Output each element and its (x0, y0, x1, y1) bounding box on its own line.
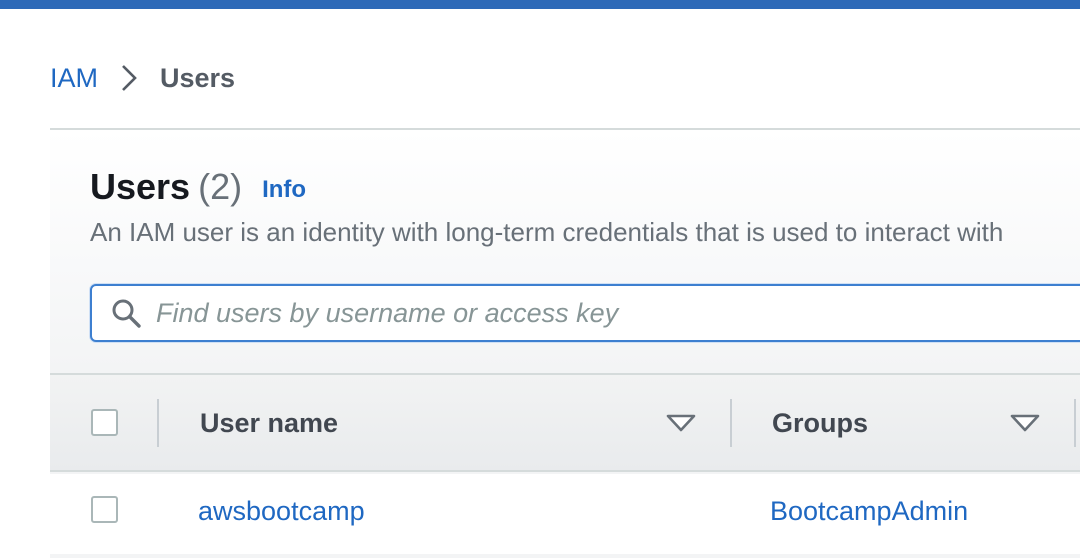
column-header-groups[interactable]: Groups (772, 408, 868, 439)
search-icon (110, 297, 142, 329)
page-title: Users (90, 166, 191, 207)
breadcrumb-iam-link[interactable]: IAM (50, 63, 98, 94)
group-link[interactable]: BootcampAdmin (770, 496, 968, 527)
user-name-link[interactable]: awsbootcamp (198, 496, 365, 527)
select-all-checkbox[interactable] (91, 409, 118, 436)
breadcrumb: IAM Users (50, 58, 235, 98)
users-panel: Users (2) Info An IAM user is an identit… (50, 128, 1080, 558)
panel-description: An IAM user is an identity with long-ter… (90, 217, 1004, 247)
caret-down-icon[interactable] (1010, 414, 1040, 437)
user-count: (2) (198, 166, 243, 207)
column-header-user-name[interactable]: User name (200, 408, 338, 439)
chevron-right-icon (120, 63, 138, 93)
column-divider[interactable] (730, 399, 732, 447)
search-field[interactable] (90, 284, 1080, 342)
row-checkbox[interactable] (91, 496, 118, 523)
panel-header: Users (2) Info (90, 166, 306, 208)
column-divider[interactable] (1074, 399, 1076, 447)
breadcrumb-current: Users (160, 62, 236, 93)
search-input[interactable] (156, 297, 1056, 329)
table-header: User name Groups (50, 373, 1080, 472)
info-link[interactable]: Info (262, 176, 306, 204)
table-row[interactable]: awsbootcamp BootcampAdmin (50, 474, 1080, 554)
column-divider[interactable] (157, 399, 159, 447)
caret-down-icon[interactable] (666, 414, 696, 437)
top-accent-bar (0, 0, 1080, 9)
